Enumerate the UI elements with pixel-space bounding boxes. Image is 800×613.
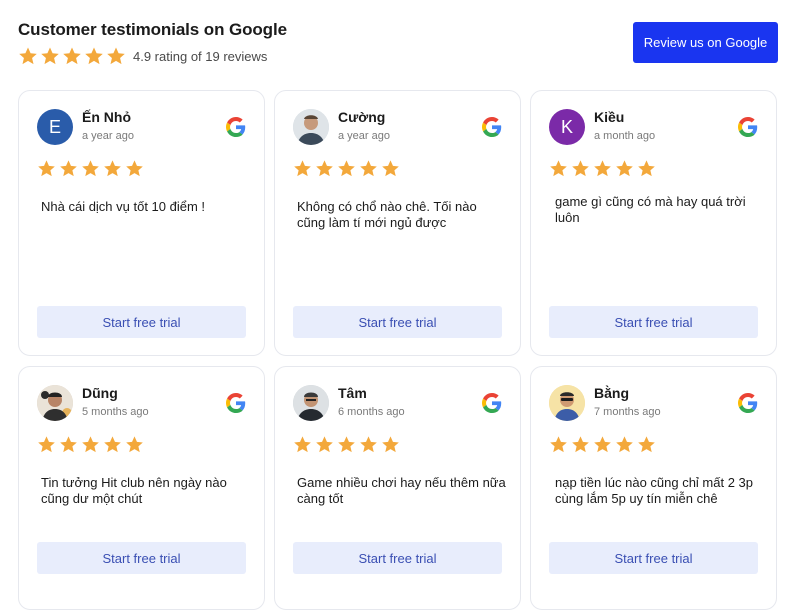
review-card: Tâm 6 months ago Game nhiều chơi hay nếu… (274, 366, 521, 610)
review-text: Nhà cái dịch vụ tốt 10 điểm ! (41, 199, 206, 214)
star-icon (315, 159, 334, 178)
star-icon (62, 46, 82, 66)
star-icon (103, 435, 122, 454)
star-icon (381, 159, 400, 178)
star-icon (125, 159, 144, 178)
review-text: Không có chổ nào chê. Tối nào cũng làm t… (297, 199, 477, 230)
review-stars (549, 435, 656, 454)
review-stars (293, 159, 400, 178)
star-icon (18, 46, 38, 66)
avatar (293, 109, 329, 145)
reviewer-name: Ến Nhỏ (82, 109, 131, 125)
reviewer-name: Kiều (594, 109, 625, 125)
review-card: Dũng 5 months ago Tin tưởng Hit club nên… (18, 366, 265, 610)
avatar-initial: K (560, 116, 573, 137)
star-icon (637, 435, 656, 454)
star-icon (637, 159, 656, 178)
star-icon (615, 159, 634, 178)
google-icon (226, 117, 246, 137)
review-stars (37, 435, 144, 454)
review-card: K Kiều a month ago game gì cũng có mà ha… (530, 90, 777, 356)
reviewer-name: Bằng (594, 385, 629, 401)
reviewer-name: Cường (338, 109, 386, 125)
star-icon (359, 159, 378, 178)
star-icon (293, 159, 312, 178)
review-time: 5 months ago (82, 406, 149, 418)
person-photo-icon (549, 385, 585, 421)
star-icon (59, 435, 78, 454)
review-time: a month ago (594, 130, 656, 142)
google-icon (226, 393, 246, 413)
review-stars (549, 159, 656, 178)
star-icon (615, 435, 634, 454)
overall-rating: 4.9 rating of 19 reviews (18, 46, 267, 66)
star-icon (571, 435, 590, 454)
star-icon (106, 46, 126, 66)
google-icon (482, 393, 502, 413)
review-text: game gì cũng có mà hay quá trời luôn (555, 194, 746, 225)
start-free-trial-button[interactable]: Start free trial (37, 306, 246, 338)
overall-stars (18, 46, 126, 66)
review-text: Tin tưởng Hit club nên ngày nào cũng dư … (41, 475, 227, 506)
star-icon (37, 159, 56, 178)
testimonials-header: Customer testimonials on Google 4.9 rati… (18, 20, 778, 66)
review-time: a year ago (82, 130, 134, 142)
star-icon (571, 159, 590, 178)
review-stars (37, 159, 144, 178)
start-free-trial-button[interactable]: Start free trial (549, 306, 758, 338)
avatar (293, 385, 329, 421)
star-icon (84, 46, 104, 66)
star-icon (37, 435, 56, 454)
star-icon (359, 435, 378, 454)
google-icon (738, 393, 758, 413)
star-icon (81, 159, 100, 178)
person-photo-icon (293, 385, 329, 421)
star-icon (381, 435, 400, 454)
star-icon (59, 159, 78, 178)
review-card: Cường a year ago Không có chổ nào chê. T… (274, 90, 521, 356)
start-free-trial-button[interactable]: Start free trial (549, 542, 758, 574)
star-icon (593, 435, 612, 454)
star-icon (40, 46, 60, 66)
reviewer-name: Dũng (82, 385, 118, 401)
review-us-button[interactable]: Review us on Google (633, 22, 778, 63)
review-time: 7 months ago (594, 406, 661, 418)
review-card: E Ến Nhỏ a year ago Nhà cái dịch vụ tốt … (18, 90, 265, 356)
star-icon (293, 435, 312, 454)
review-stars (293, 435, 400, 454)
reviewer-name: Tâm (338, 385, 367, 401)
star-icon (81, 435, 100, 454)
star-icon (315, 435, 334, 454)
avatar (549, 385, 585, 421)
star-icon (337, 435, 356, 454)
person-photo-icon (37, 385, 73, 421)
review-text: nạp tiền lúc nào cũng chỉ mất 2 3p cùng … (555, 475, 754, 506)
reviews-grid: E Ến Nhỏ a year ago Nhà cái dịch vụ tốt … (18, 90, 778, 610)
rating-summary: 4.9 rating of 19 reviews (133, 48, 268, 64)
star-icon (593, 159, 612, 178)
page-title: Customer testimonials on Google (18, 20, 287, 39)
review-time: a year ago (338, 130, 390, 142)
start-free-trial-button[interactable]: Start free trial (293, 542, 502, 574)
review-time: 6 months ago (338, 406, 405, 418)
star-icon (549, 159, 568, 178)
star-icon (549, 435, 568, 454)
avatar: E (37, 109, 73, 145)
start-free-trial-button[interactable]: Start free trial (37, 542, 246, 574)
avatar-initial: E (48, 116, 61, 137)
google-icon (482, 117, 502, 137)
person-photo-icon (293, 109, 329, 145)
avatar: K (549, 109, 585, 145)
google-icon (738, 117, 758, 137)
star-icon (103, 159, 122, 178)
start-free-trial-button[interactable]: Start free trial (293, 306, 502, 338)
star-icon (337, 159, 356, 178)
review-card: Bằng 7 months ago nạp tiền lúc nào cũng … (530, 366, 777, 610)
review-text: Game nhiều chơi hay nếu thêm nữa càng tố… (297, 475, 506, 506)
star-icon (125, 435, 144, 454)
avatar (37, 385, 73, 421)
